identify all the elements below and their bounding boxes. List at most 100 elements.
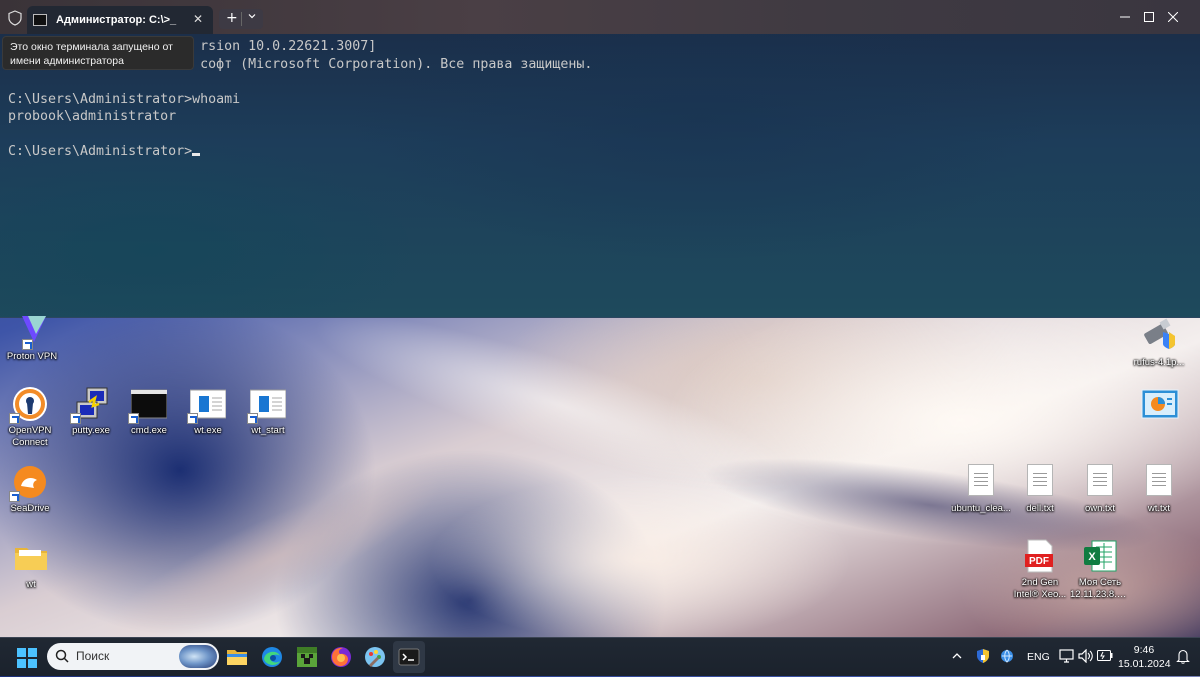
wallpaper-streak: [298, 281, 822, 529]
text-file-icon: [1027, 464, 1053, 496]
clock-date: 15.01.2024: [1118, 658, 1171, 670]
battery-icon[interactable]: [1097, 650, 1113, 661]
notification-bell-icon[interactable]: [1176, 649, 1190, 664]
openvpn-icon: [9, 386, 48, 424]
desktop-icon-ubuntu-clea[interactable]: ubuntu_clea...: [951, 462, 1011, 515]
text-file-icon: [1087, 464, 1113, 496]
desktop-icon-dell-txt[interactable]: dell.txt: [1010, 462, 1070, 515]
admin-tooltip: Это окно терминала запущено от имени адм…: [2, 36, 194, 70]
shortcut-arrow-icon: [128, 413, 139, 424]
desktop-icon-rufus[interactable]: rufus-4.1p...: [1129, 318, 1189, 369]
chevron-down-icon[interactable]: [248, 12, 256, 20]
desktop-icon-label: dell.txt: [1026, 503, 1054, 514]
paint-icon[interactable]: [363, 645, 387, 669]
close-window-button[interactable]: [1150, 0, 1196, 34]
desktop-icon-putty[interactable]: putty.exe: [61, 386, 121, 437]
taskbar: Поиск ENG 9:46 15.01.2024: [0, 637, 1200, 676]
desktop-icon-label: 2nd Gen Intel® Xeo...: [1013, 577, 1067, 600]
search-box[interactable]: Поиск: [47, 643, 219, 670]
shortcut-arrow-icon: [247, 413, 258, 424]
desktop-icon-label: putty.exe: [72, 425, 110, 436]
svg-text:X: X: [1088, 551, 1096, 563]
text-file-icon: [963, 464, 999, 500]
terminal-line: C:\Users\Administrator>whoami: [8, 91, 241, 107]
excel-icon: X: [1082, 538, 1118, 574]
security-shield-icon[interactable]: [975, 648, 991, 664]
file-explorer-icon[interactable]: [225, 645, 249, 669]
folder-icon: [13, 540, 49, 576]
cmd-icon: [128, 386, 168, 424]
terminal-prompt: C:\Users\Administrator>: [8, 144, 193, 159]
rufus-icon: [1141, 318, 1177, 354]
desktop-icon-label: OpenVPN Connect: [8, 425, 52, 448]
text-file-icon: [1022, 464, 1058, 500]
desktop-icon-openvpn[interactable]: OpenVPN Connect: [0, 386, 60, 449]
wt-start-icon: [247, 386, 287, 424]
volume-icon[interactable]: [1078, 649, 1094, 663]
close-icon: [1168, 12, 1178, 22]
putty-icon: [70, 386, 109, 424]
desktop-icon-label: wt.txt: [1147, 503, 1171, 514]
chevron-up-icon[interactable]: [951, 650, 963, 662]
text-file-icon: [968, 464, 994, 496]
desktop-icon-label: own.txt: [1084, 503, 1116, 514]
svg-text:PDF: PDF: [1029, 556, 1049, 567]
desktop-icon-label: ubuntu_clea...: [951, 503, 1011, 514]
text-file-icon: [1141, 464, 1177, 500]
terminal-icon[interactable]: [397, 645, 421, 669]
search-placeholder: Поиск: [76, 649, 110, 663]
desktop-icon-wt-start[interactable]: wt_start: [238, 386, 298, 437]
divider: [241, 12, 242, 26]
network-monitor-icon[interactable]: [1059, 649, 1074, 663]
search-icon: [55, 649, 69, 663]
shortcut-arrow-icon: [22, 339, 33, 350]
cmd-tab-icon: [33, 14, 47, 26]
desktop-icon-own-txt[interactable]: own.txt: [1070, 462, 1130, 515]
desktop-icon-label: rufus-4.1p...: [1133, 357, 1185, 368]
desktop-icon-control-panel[interactable]: [1129, 388, 1189, 424]
windows-start-icon[interactable]: [17, 648, 37, 668]
desktop-icon-label: wt.exe: [194, 425, 222, 436]
shortcut-arrow-icon: [187, 413, 198, 424]
system-clock[interactable]: 9:46 15.01.2024: [1118, 643, 1171, 671]
text-file-icon: [1082, 464, 1118, 500]
network-globe-icon[interactable]: [1000, 649, 1014, 663]
terminal-titlebar[interactable]: Администратор: C:\>_ ✕ +: [0, 0, 1200, 34]
shortcut-arrow-icon: [9, 413, 20, 424]
desktop-icon-protonvpn[interactable]: Proton VPN: [2, 316, 62, 363]
protonvpn-icon: [14, 316, 50, 350]
admin-shield-icon[interactable]: [8, 10, 22, 26]
desktop-icon-excel-network[interactable]: X Моя Сеть 12.11.23.8.xlsx: [1070, 538, 1130, 601]
desktop-icon-label: wt_start: [251, 425, 285, 436]
new-tab-button[interactable]: +: [226, 10, 238, 26]
terminal-window[interactable]: Администратор: C:\>_ ✕ + rsion 10.0.2262…: [0, 0, 1200, 318]
edge-icon[interactable]: [260, 645, 284, 669]
shortcut-arrow-icon: [70, 413, 81, 424]
desktop-icon-wt-folder[interactable]: wt: [1, 540, 61, 591]
terminal-line: probook\administrator: [8, 109, 177, 124]
desktop-icon-cmd[interactable]: cmd.exe: [119, 386, 179, 437]
shortcut-arrow-icon: [9, 491, 20, 502]
desktop-icon-wt-txt[interactable]: wt.txt: [1129, 462, 1189, 515]
terminal-prompt-line: C:\Users\Administrator>: [8, 143, 592, 161]
desktop-icon-label: SeaDrive: [10, 503, 50, 514]
language-indicator[interactable]: ENG: [1027, 651, 1050, 663]
search-highlight-image: [179, 645, 217, 668]
tab-admin-cmd[interactable]: Администратор: C:\>_ ✕: [27, 6, 213, 34]
minecraft-icon[interactable]: [295, 645, 319, 669]
firefox-icon[interactable]: [329, 645, 353, 669]
desktop-icon-label: Proton VPN: [6, 351, 58, 362]
desktop-icon-xeon-pdf[interactable]: PDF 2nd Gen Intel® Xeo...: [1010, 538, 1070, 601]
text-file-icon: [1146, 464, 1172, 496]
desktop-icon-label: Моя Сеть 12.11.23.8.xlsx: [1070, 577, 1130, 600]
clock-time: 9:46: [1133, 644, 1155, 656]
control-panel-icon: [1141, 388, 1179, 424]
new-tab-group: +: [219, 9, 263, 29]
desktop-icon-wt-exe[interactable]: wt.exe: [178, 386, 238, 437]
close-tab-icon[interactable]: ✕: [193, 12, 203, 26]
tab-title: Администратор: C:\>_: [56, 14, 177, 26]
text-cursor: [192, 153, 201, 156]
desktop-icon-seadrive[interactable]: SeaDrive: [0, 464, 60, 515]
